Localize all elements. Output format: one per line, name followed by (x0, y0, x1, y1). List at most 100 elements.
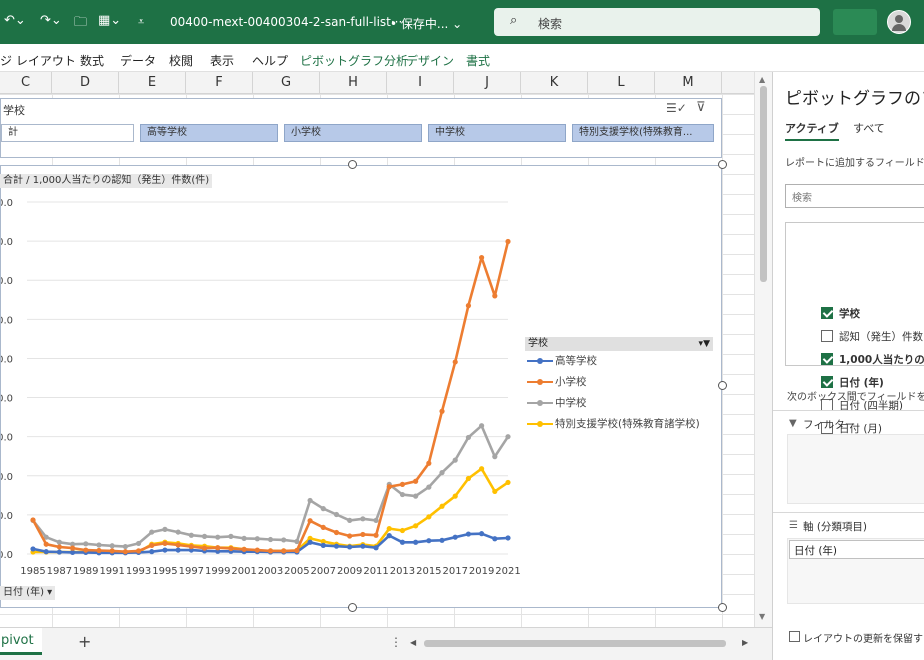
undo-icon[interactable]: ↶⌄ (4, 13, 26, 28)
scroll-thumb[interactable] (760, 86, 767, 282)
column-header[interactable]: I (387, 72, 454, 94)
series-line (31, 241, 510, 554)
scroll-up-icon[interactable]: ▲ (759, 75, 765, 84)
x-tick-label: 1985 (20, 566, 45, 577)
slicer-item-high[interactable]: 高等学校 (140, 124, 278, 142)
tab-pivotchart-analyze[interactable]: ピボットグラフ分析 (300, 52, 408, 69)
data-point (505, 535, 511, 541)
slicer-item-junior[interactable]: 中学校 (428, 124, 566, 142)
tab-format[interactable]: 書式 (466, 52, 490, 69)
horizontal-scroll-thumb[interactable] (424, 640, 726, 647)
data-point (83, 541, 89, 547)
field-label[interactable]: 1,000人当たりの認 (839, 352, 924, 367)
value-field-button[interactable]: 合計 / 1,000人当たりの認知（発生）件数(件) (0, 174, 213, 188)
legend-header[interactable]: 学校 ▾▼ (525, 337, 713, 351)
search-box[interactable]: ⌕ 検索 (494, 8, 820, 36)
slicer-item-special[interactable]: 特別支援学校(特殊教育... (572, 124, 714, 142)
tab-data[interactable]: データ (120, 52, 156, 69)
axis-field-item[interactable]: 日付 (年) ⌄ (789, 540, 924, 559)
column-header[interactable]: M (655, 72, 722, 94)
x-tick-label: 2019 (469, 566, 494, 577)
axis-field-button[interactable]: 日付 (年) ▾ (0, 586, 56, 600)
filter-drop-area[interactable] (787, 434, 924, 504)
column-header[interactable]: E (119, 72, 186, 94)
data-point (162, 547, 168, 553)
field-checkbox[interactable] (821, 376, 833, 388)
tab-active[interactable]: アクティブ (785, 120, 839, 141)
search-label: 検索 (538, 17, 563, 31)
tab-review[interactable]: 校閲 (169, 52, 193, 69)
add-sheet-button[interactable]: + (78, 632, 91, 651)
sheet-tab-pivot[interactable]: pivot (0, 628, 42, 655)
data-point (465, 531, 472, 537)
save-status[interactable]: • 保存中... ⌄ (390, 15, 462, 32)
column-header[interactable]: K (521, 72, 588, 94)
tab-all[interactable]: すべて (853, 120, 885, 136)
data-point (413, 493, 419, 499)
defer-update-checkbox[interactable] (789, 631, 800, 642)
data-point (175, 542, 181, 548)
legend-item[interactable]: 中学校 (525, 393, 713, 414)
vertical-scrollbar[interactable]: ▲ ▼ (754, 72, 772, 627)
field-label[interactable]: 認知（発生）件数 (839, 329, 923, 344)
legend-item[interactable]: 高等学校 (525, 351, 713, 372)
data-point (307, 518, 313, 524)
tab-design[interactable]: デザイン (406, 52, 454, 69)
field-checkbox[interactable] (821, 307, 833, 319)
legend-swatch (527, 400, 553, 406)
defer-update-label[interactable]: レイアウトの更新を保留す (803, 630, 923, 645)
data-point (228, 533, 234, 539)
tab-view[interactable]: 表示 (210, 52, 234, 69)
chart-legend[interactable]: 学校 ▾▼ 高等学校 小学校 中学校 特別支援学校(特殊教育諸学校) (525, 337, 713, 435)
data-point (386, 484, 392, 490)
column-header[interactable]: J (454, 72, 521, 94)
column-header[interactable]: F (186, 72, 253, 94)
column-header[interactable]: G (253, 72, 320, 94)
resize-handle[interactable] (718, 160, 727, 169)
column-header[interactable]: H (320, 72, 387, 94)
data-point (505, 479, 511, 486)
scroll-down-icon[interactable]: ▼ (759, 612, 765, 621)
field-label[interactable]: 学校 (839, 306, 860, 321)
scroll-right-icon[interactable]: ▶ (742, 638, 748, 647)
open-folder-icon[interactable]: 🗀 (74, 13, 87, 35)
form-icon[interactable]: ▦⌄ (98, 13, 121, 28)
resize-handle[interactable] (718, 603, 727, 612)
data-point (122, 549, 128, 555)
scroll-left-icon[interactable]: ◀ (410, 638, 416, 647)
x-tick-label: 2021 (495, 566, 520, 577)
slicer-school[interactable]: 学校 ☰✓ ⊽ 計 高等学校 小学校 中学校 特別支援学校(特殊教育... (0, 98, 722, 158)
slicer-item-total[interactable]: 計 (1, 124, 134, 142)
y-tick-label: 0.0 (1, 354, 13, 365)
legend-swatch (527, 421, 553, 427)
field-checkbox[interactable] (821, 353, 833, 365)
legend-item[interactable]: 小学校 (525, 372, 713, 393)
resize-handle[interactable] (348, 160, 357, 169)
clear-filter-icon[interactable]: ⊽ (696, 100, 706, 115)
resize-handle[interactable] (718, 381, 727, 390)
slicer-item-elementary[interactable]: 小学校 (284, 124, 422, 142)
data-point (56, 549, 62, 555)
account-area[interactable] (833, 9, 877, 35)
x-tick-label: 2001 (231, 566, 256, 577)
tab-help[interactable]: ヘルプ (252, 52, 288, 69)
filter-dropdown-icon[interactable]: ▾▼ (699, 337, 710, 351)
more-options-icon[interactable]: ⋮ (390, 635, 402, 649)
tab-formulas[interactable]: 数式 (80, 52, 104, 69)
column-header[interactable]: L (588, 72, 655, 94)
data-point (201, 545, 208, 551)
column-header[interactable]: C (0, 72, 52, 94)
tab-page-layout[interactable]: ジ レイアウト (0, 52, 76, 69)
field-checkbox[interactable] (821, 330, 833, 342)
field-search-input[interactable]: 検索 (785, 184, 924, 208)
column-header[interactable]: D (52, 72, 119, 94)
y-tick-label: 0.0 (1, 315, 13, 326)
data-point (439, 537, 445, 543)
avatar[interactable] (887, 10, 911, 34)
resize-handle[interactable] (348, 603, 357, 612)
redo-icon[interactable]: ↷⌄ (40, 13, 62, 28)
multi-select-icon[interactable]: ☰✓ (666, 101, 687, 115)
legend-item[interactable]: 特別支援学校(特殊教育諸学校) (525, 414, 713, 435)
data-point (439, 503, 445, 509)
customize-toolbar-icon[interactable]: ⩡ (138, 15, 144, 29)
